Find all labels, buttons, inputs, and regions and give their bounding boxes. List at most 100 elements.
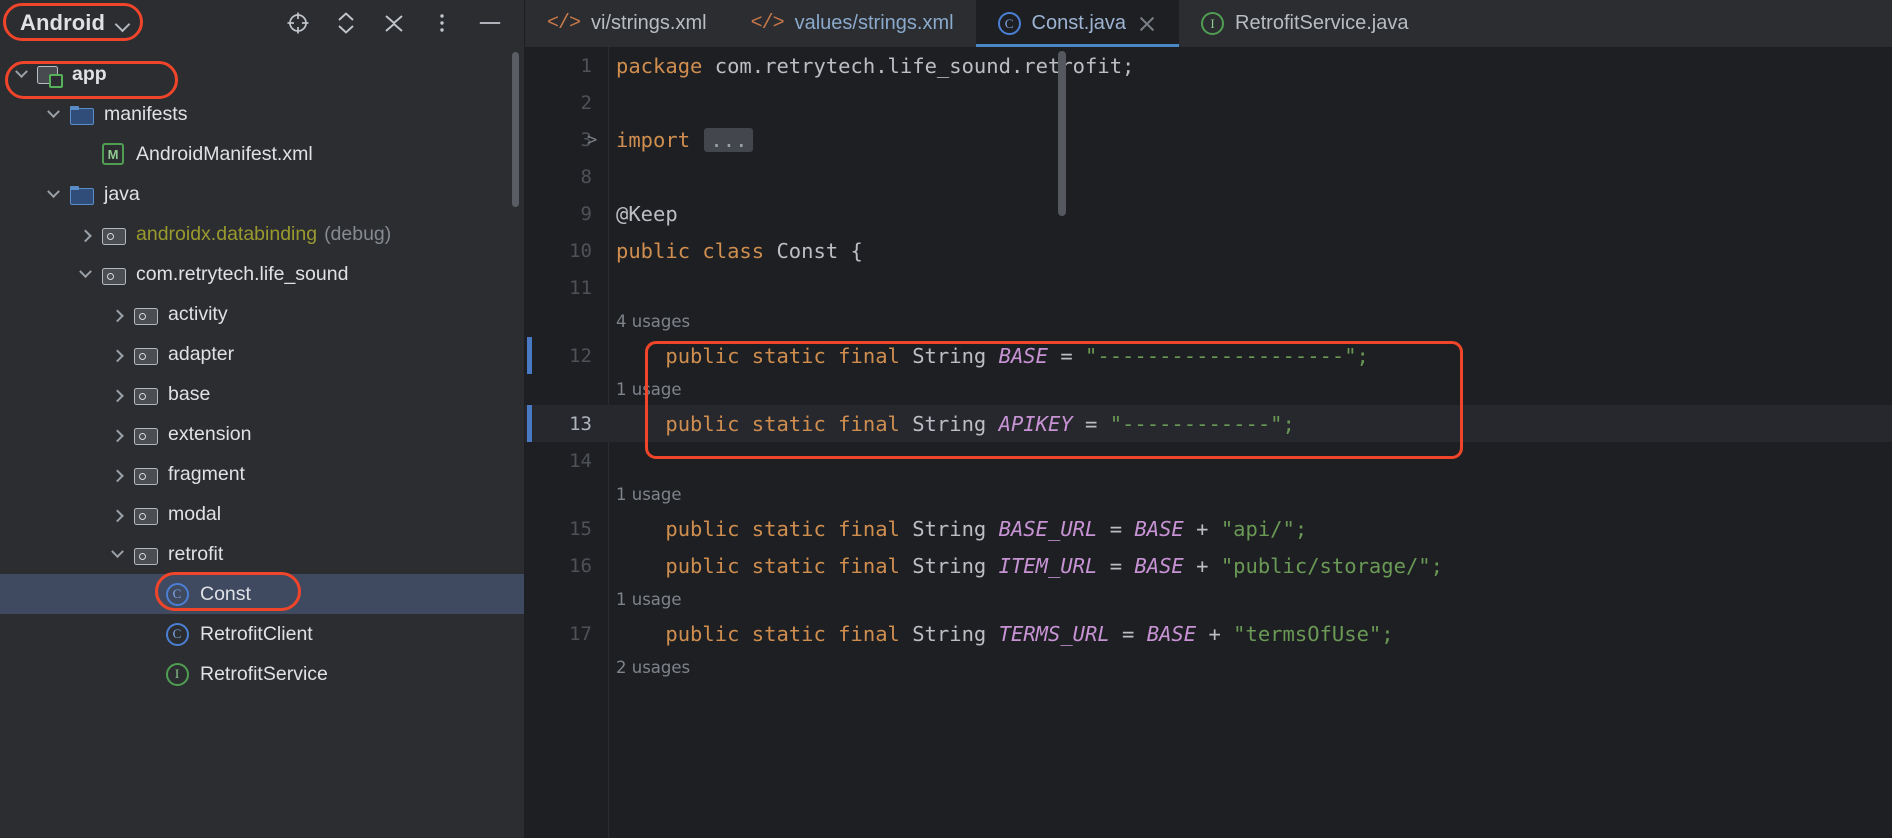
editor-tabbar: </>vi/strings.xml</>values/strings.xmlCC… xyxy=(525,0,1892,47)
package-icon xyxy=(102,266,124,283)
line-number: 16 xyxy=(525,555,608,577)
usage-inlay-hint[interactable]: 1 usage xyxy=(525,479,1892,510)
chevron-down-icon[interactable] xyxy=(104,541,130,567)
select-opened-file-icon[interactable] xyxy=(285,10,311,36)
editor-tab-vi-strings-xml[interactable]: </>vi/strings.xml xyxy=(525,0,729,47)
tree-item-label: base xyxy=(168,383,210,406)
tree-item-retrofit[interactable]: retrofit xyxy=(0,534,525,574)
tree-item-base[interactable]: base xyxy=(0,374,525,414)
chevron-right-icon[interactable] xyxy=(104,301,130,327)
tree-item-androidx-databinding[interactable]: androidx.databinding(debug) xyxy=(0,214,525,254)
code-line-2[interactable]: 2 xyxy=(525,84,1892,121)
code-line-3[interactable]: 3>import ... xyxy=(525,121,1892,158)
code-line-1[interactable]: 1package com.retrytech.life_sound.retrof… xyxy=(525,47,1892,84)
sidebar-scrollbar[interactable] xyxy=(512,52,519,207)
usage-inlay-hint[interactable]: 2 usages xyxy=(525,652,1892,683)
project-sidebar: Android xyxy=(0,0,525,838)
code-line-15[interactable]: 15 public static final String BASE_URL =… xyxy=(525,510,1892,547)
usage-inlay-hint[interactable]: 4 usages xyxy=(525,306,1892,337)
editor-tab-label: values/strings.xml xyxy=(795,12,954,35)
chevron-right-icon[interactable] xyxy=(72,221,98,247)
tree-item-label: fragment xyxy=(168,463,245,486)
editor-tab-const-java[interactable]: CConst.java xyxy=(976,0,1180,47)
code-line-16[interactable]: 16 public static final String ITEM_URL =… xyxy=(525,547,1892,584)
code-line-12[interactable]: 12 public static final String BASE = "--… xyxy=(525,337,1892,374)
close-icon[interactable] xyxy=(1137,14,1157,34)
line-number: 13 xyxy=(525,413,608,435)
tree-item-adapter[interactable]: adapter xyxy=(0,334,525,374)
tree-item-const[interactable]: CConst xyxy=(0,574,525,614)
vcs-change-marker xyxy=(527,405,532,442)
chevron-down-icon[interactable] xyxy=(40,181,66,207)
tree-spacer xyxy=(136,581,162,607)
tree-item-label: modal xyxy=(168,503,221,526)
chevron-right-icon[interactable] xyxy=(104,381,130,407)
collapse-all-icon[interactable] xyxy=(381,10,407,36)
line-number: 9 xyxy=(525,203,608,225)
hide-icon[interactable] xyxy=(477,10,503,36)
code-line-8[interactable]: 8 xyxy=(525,158,1892,195)
line-number: 2 xyxy=(525,92,608,114)
code-editor[interactable]: 1package com.retrytech.life_sound.retrof… xyxy=(525,47,1892,838)
chevron-right-icon[interactable] xyxy=(104,461,130,487)
expand-all-icon[interactable] xyxy=(333,10,359,36)
usage-inlay-hint[interactable]: 1 usage xyxy=(525,584,1892,615)
chevron-down-icon xyxy=(115,15,131,31)
chevron-right-icon[interactable] xyxy=(104,341,130,367)
tree-item-com-retrytech-life-sound[interactable]: com.retrytech.life_sound xyxy=(0,254,525,294)
tree-item-retrofitservice[interactable]: IRetrofitService xyxy=(0,654,525,694)
chevron-right-icon[interactable] xyxy=(104,501,130,527)
code-line-17[interactable]: 17 public static final String TERMS_URL … xyxy=(525,615,1892,652)
line-number: 10 xyxy=(525,240,608,262)
project-toolbar: Android xyxy=(0,0,525,46)
line-number: 11 xyxy=(525,277,608,299)
folded-imports-badge[interactable]: ... xyxy=(704,128,753,152)
package-icon xyxy=(102,226,124,243)
code-text: public static final String APIKEY = "---… xyxy=(608,412,1295,436)
tree-item-extension[interactable]: extension xyxy=(0,414,525,454)
project-tree: appmanifestsMAndroidManifest.xmljavaandr… xyxy=(0,46,525,694)
tree-spacer xyxy=(136,621,162,647)
more-options-icon[interactable] xyxy=(429,10,455,36)
code-line-13[interactable]: 13 public static final String APIKEY = "… xyxy=(525,405,1892,442)
editor-panel: </>vi/strings.xml</>values/strings.xmlCC… xyxy=(525,0,1892,838)
tree-item-fragment[interactable]: fragment xyxy=(0,454,525,494)
package-icon xyxy=(134,506,156,523)
chevron-down-icon[interactable] xyxy=(40,101,66,127)
tree-item-label: androidx.databinding xyxy=(136,223,317,246)
code-line-10[interactable]: 10public class Const { xyxy=(525,232,1892,269)
code-line-9[interactable]: 9@Keep xyxy=(525,195,1892,232)
editor-tab-label: RetrofitService.java xyxy=(1235,12,1408,35)
usage-inlay-hint[interactable]: 1 usage xyxy=(525,374,1892,405)
editor-scrollbar[interactable] xyxy=(1058,51,1066,216)
chevron-right-icon[interactable] xyxy=(104,421,130,447)
chevron-down-icon[interactable] xyxy=(72,261,98,287)
tree-item-label: com.retrytech.life_sound xyxy=(136,263,348,286)
class-icon: C xyxy=(166,623,189,646)
tree-item-androidmanifest-xml[interactable]: MAndroidManifest.xml xyxy=(0,134,525,174)
tree-item-retrofitclient[interactable]: CRetrofitClient xyxy=(0,614,525,654)
tree-item-modal[interactable]: modal xyxy=(0,494,525,534)
code-text: @Keep xyxy=(608,202,678,226)
xml-tag-icon: </> xyxy=(547,12,580,35)
tree-item-label: Const xyxy=(200,583,251,606)
editor-tab-label: Const.java xyxy=(1032,12,1127,35)
project-view-selector[interactable]: Android xyxy=(14,8,139,38)
tree-item-label: app xyxy=(72,63,107,86)
code-line-11[interactable]: 11 xyxy=(525,269,1892,306)
tree-item-label: AndroidManifest.xml xyxy=(136,143,313,166)
tree-item-app[interactable]: app xyxy=(0,54,525,94)
code-text: import ... xyxy=(608,128,753,152)
project-toolbar-icons xyxy=(285,10,511,36)
tree-item-java[interactable]: java xyxy=(0,174,525,214)
fold-arrow-icon[interactable]: > xyxy=(587,130,601,150)
tree-item-activity[interactable]: activity xyxy=(0,294,525,334)
tree-item-label: retrofit xyxy=(168,543,223,566)
editor-tab-values-strings-xml[interactable]: </>values/strings.xml xyxy=(729,0,976,47)
code-line-14[interactable]: 14 xyxy=(525,442,1892,479)
code-text: package com.retrytech.life_sound.retrofi… xyxy=(608,54,1134,78)
tree-item-manifests[interactable]: manifests xyxy=(0,94,525,134)
chevron-down-icon[interactable] xyxy=(8,61,34,87)
editor-tab-retrofitservice-java[interactable]: I RetrofitService.java xyxy=(1179,0,1430,47)
interface-icon: I xyxy=(1201,12,1224,35)
